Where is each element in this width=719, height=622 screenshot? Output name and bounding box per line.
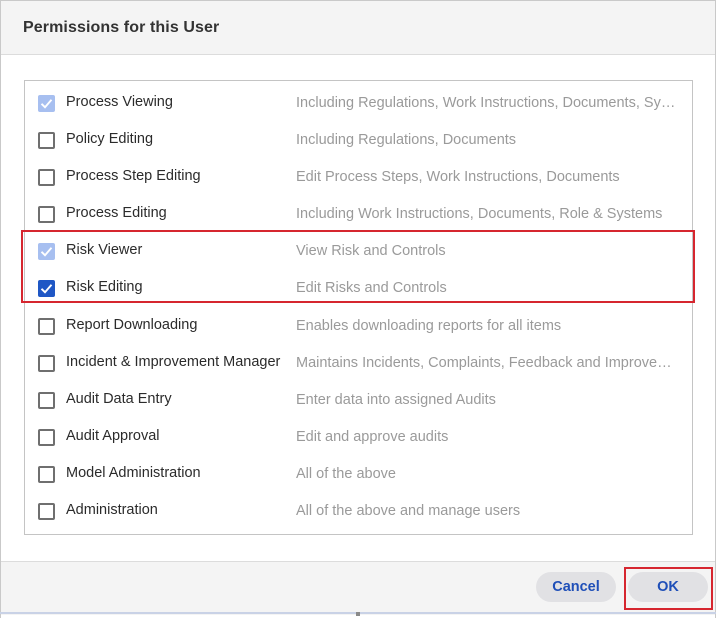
permission-row-process-viewing[interactable]: Process Viewing Including Regulations, W… [25,85,692,122]
permission-row-policy-editing[interactable]: Policy Editing Including Regulations, Do… [25,122,692,159]
permission-description: Edit Process Steps, Work Instructions, D… [296,169,620,185]
checkbox-process-viewing[interactable] [38,95,55,112]
checkbox-incident-improvement-manager[interactable] [38,355,55,372]
permission-row-administration[interactable]: Administration All of the above and mana… [25,493,692,530]
checkbox-audit-data-entry[interactable] [38,392,55,409]
checkbox-process-editing[interactable] [38,206,55,223]
checkmark-icon [40,284,53,294]
permission-name: Process Editing [66,205,167,221]
permission-description: Edit and approve audits [296,429,449,445]
checkbox-risk-viewer[interactable] [38,243,55,260]
permission-name: Audit Approval [66,428,160,444]
dialog-title: Permissions for this User [23,19,220,36]
permission-row-process-editing[interactable]: Process Editing Including Work Instructi… [25,196,692,233]
permission-description: View Risk and Controls [296,243,446,259]
permission-description: Edit Risks and Controls [296,280,447,296]
permission-row-incident-improvement-manager[interactable]: Incident & Improvement Manager Maintains… [25,345,692,382]
checkbox-model-administration[interactable] [38,466,55,483]
permission-description: Including Regulations, Documents [296,132,517,148]
permission-description: Enables downloading reports for all item… [296,318,562,334]
checkbox-audit-approval[interactable] [38,429,55,446]
permission-name: Process Step Editing [66,168,201,184]
checkmark-icon [40,247,53,257]
permission-description: All of the above [296,466,396,482]
permission-name: Risk Viewer [66,242,143,258]
checkbox-policy-editing[interactable] [38,132,55,149]
permissions-list: Process Viewing Including Regulations, W… [24,80,693,535]
permission-row-risk-editing[interactable]: Risk Editing Edit Risks and Controls [25,270,692,307]
permission-name: Policy Editing [66,131,154,147]
permission-description: Maintains Incidents, Complaints, Feedbac… [296,355,672,371]
permissions-dialog: Permissions for this User Process Viewin… [0,0,716,618]
permission-row-risk-viewer[interactable]: Risk Viewer View Risk and Controls [25,233,692,270]
permission-row-process-step-editing[interactable]: Process Step Editing Edit Process Steps,… [25,159,692,196]
permission-row-report-downloading[interactable]: Report Downloading Enables downloading r… [25,308,692,345]
dialog-body: Process Viewing Including Regulations, W… [1,55,715,561]
permission-name: Model Administration [66,465,201,481]
checkbox-process-step-editing[interactable] [38,169,55,186]
ok-button[interactable]: OK [628,572,708,602]
permission-name: Audit Data Entry [66,391,172,407]
permission-description: All of the above and manage users [296,503,521,519]
permission-description: Enter data into assigned Audits [296,392,496,408]
permission-name: Process Viewing [66,94,173,110]
checkbox-report-downloading[interactable] [38,318,55,335]
permission-name: Risk Editing [66,279,143,295]
permission-description: Including Regulations, Work Instructions… [296,95,676,111]
checkbox-risk-editing[interactable] [38,280,55,297]
checkbox-administration[interactable] [38,503,55,520]
permission-row-audit-approval[interactable]: Audit Approval Edit and approve audits [25,419,692,456]
checkmark-icon [40,99,53,109]
permission-name: Incident & Improvement Manager [66,354,281,370]
permission-row-model-administration[interactable]: Model Administration All of the above [25,456,692,493]
permission-description: Including Work Instructions, Documents, … [296,206,663,222]
dialog-header: Permissions for this User [1,1,715,55]
permission-name: Administration [66,502,158,518]
resize-grip-icon[interactable] [356,612,360,616]
permission-name: Report Downloading [66,317,198,333]
cancel-button[interactable]: Cancel [536,572,616,602]
permission-row-audit-data-entry[interactable]: Audit Data Entry Enter data into assigne… [25,382,692,419]
